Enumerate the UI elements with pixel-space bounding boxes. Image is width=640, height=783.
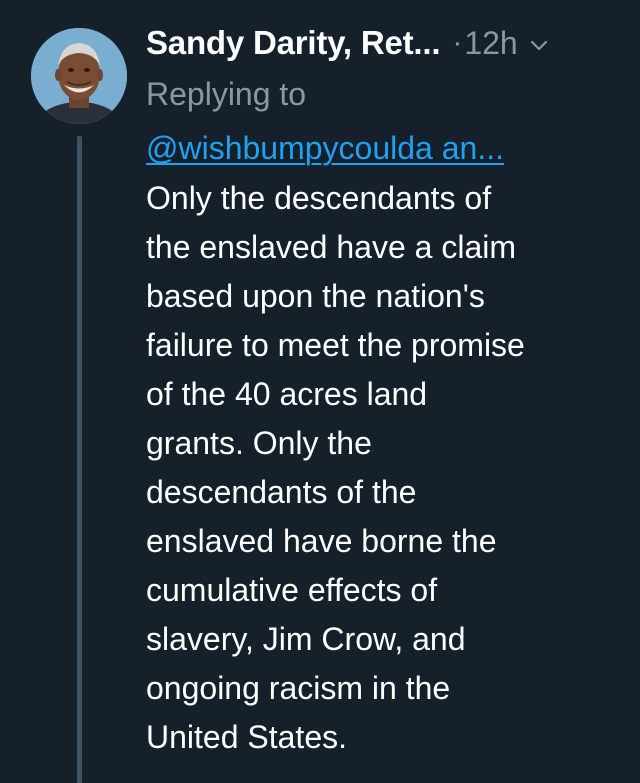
- timestamp[interactable]: 12h: [464, 25, 517, 62]
- body-line: failure to meet the promise: [146, 327, 525, 363]
- body-line: cumulative effects of: [146, 572, 438, 608]
- tweet-card: Sandy Darity, Ret... · 12h Replying to @…: [0, 0, 640, 783]
- body-line: enslaved have borne the: [146, 523, 497, 559]
- separator-dot: ·: [452, 26, 463, 59]
- thread-line: [77, 136, 82, 783]
- avatar[interactable]: [31, 28, 127, 124]
- body-line: based upon the nation's: [146, 278, 485, 314]
- body-line: of the 40 acres land: [146, 376, 428, 412]
- chevron-down-icon[interactable]: [530, 39, 548, 51]
- body-line: descendants of the: [146, 474, 417, 510]
- tweet-header: Sandy Darity, Ret... · 12h: [146, 18, 548, 68]
- body-line: slavery, Jim Crow, and: [146, 621, 466, 657]
- replying-to-label: Replying to: [146, 76, 307, 112]
- reply-to-link[interactable]: @wishbumpycoulda an...: [146, 128, 504, 168]
- body-line: United States.: [146, 719, 347, 755]
- body-line: grants. Only the: [146, 425, 372, 461]
- body-line: Only the descendants of: [146, 180, 492, 216]
- author-name[interactable]: Sandy Darity, Ret...: [146, 24, 441, 62]
- avatar-photo: [31, 28, 127, 124]
- tweet-body: Only the descendants of the enslaved hav…: [146, 174, 626, 762]
- body-line: the enslaved have a claim: [146, 229, 516, 265]
- body-line: ongoing racism in the: [146, 670, 451, 706]
